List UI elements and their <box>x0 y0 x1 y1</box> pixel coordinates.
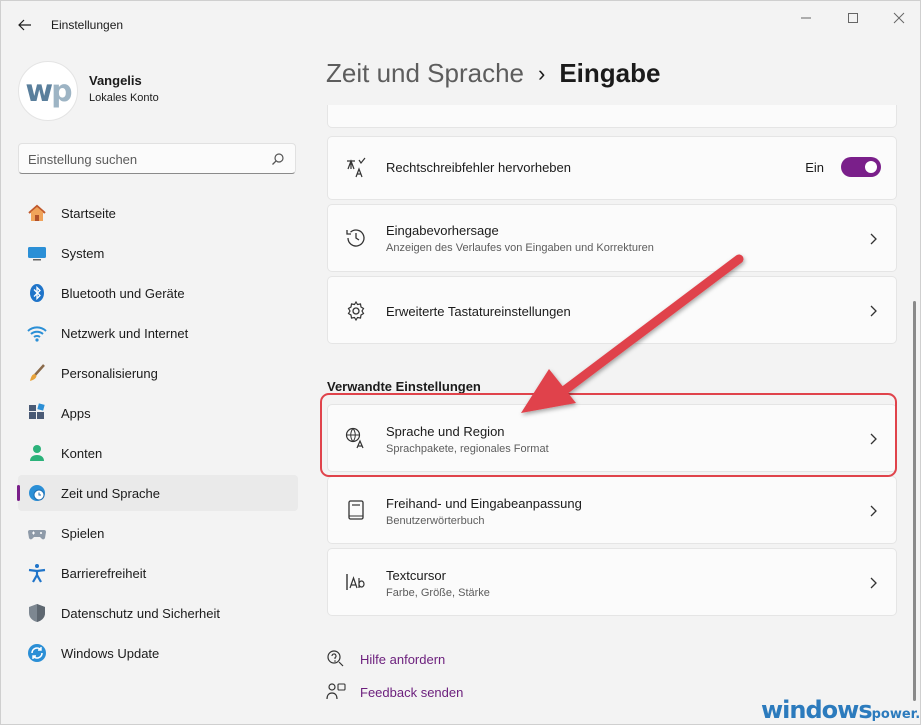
settings-window: Einstellungen wp Vangelis Lokales Konto <box>0 0 921 725</box>
annotation-arrow <box>521 254 744 413</box>
watermark-logo: windowspower. <box>761 696 921 724</box>
